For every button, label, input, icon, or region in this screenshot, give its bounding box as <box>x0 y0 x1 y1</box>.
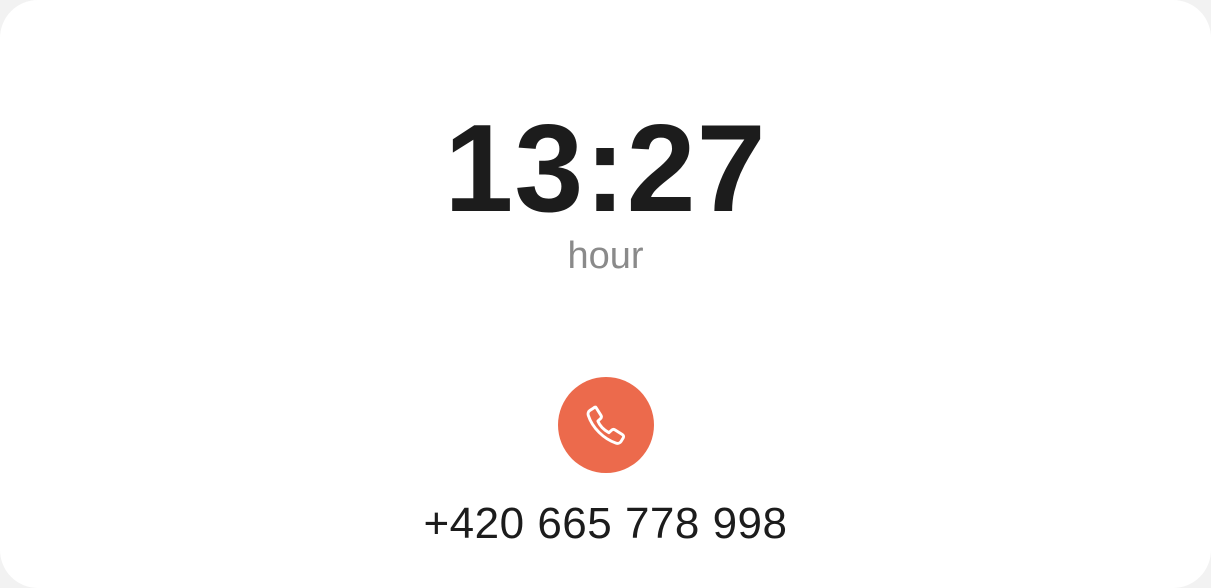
time-unit-label: hour <box>567 235 644 277</box>
call-card: 13:27 hour +420 665 778 998 <box>0 0 1211 588</box>
call-button[interactable] <box>558 377 654 473</box>
phone-number[interactable]: +420 665 778 998 <box>0 498 1211 550</box>
phone-icon <box>581 400 631 450</box>
time-display: 13:27 <box>444 100 767 238</box>
